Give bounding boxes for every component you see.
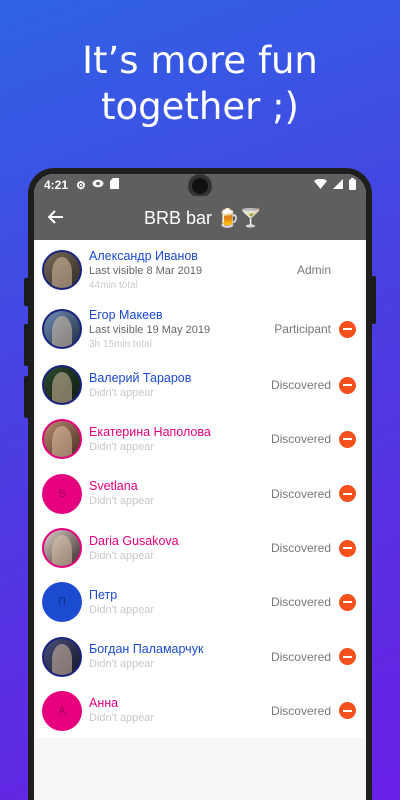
battery-icon	[349, 177, 356, 193]
phone-side-button	[24, 376, 29, 418]
phone-power-button	[371, 276, 376, 324]
phone-frame: 4:21 ⚙ BRB bar 🍺🍸 Александр Иванов Last …	[24, 168, 376, 800]
avatar-letter: S	[58, 487, 66, 500]
remove-member-button[interactable]	[339, 539, 356, 557]
member-last-visible: Didn't appear	[89, 386, 155, 399]
avatar-letter: А	[58, 704, 66, 717]
list-item[interactable]: Егор Макеев Last visible 19 May 2019 3h …	[36, 300, 364, 358]
avatar: А	[42, 690, 82, 731]
member-last-visible: Didn't appear	[89, 495, 155, 508]
member-role: Admin	[296, 263, 331, 277]
app-bar: BRB bar 🍺🍸	[34, 196, 366, 240]
signal-icon	[333, 178, 343, 192]
member-role: Discovered	[270, 378, 331, 393]
avatar	[42, 250, 82, 290]
member-role: Discovered	[270, 432, 331, 447]
remove-member-button[interactable]	[339, 376, 356, 394]
headline-line-2: together ;)	[101, 85, 299, 128]
member-name: Егор Макеев	[89, 307, 163, 322]
sd-card-icon	[109, 178, 119, 192]
remove-member-button[interactable]	[339, 485, 356, 503]
member-role: Participant	[274, 322, 331, 336]
member-last-visible: Didn't appear	[89, 440, 155, 453]
member-role: Discovered	[270, 649, 331, 664]
avatar: S	[42, 473, 82, 514]
list-item[interactable]: Александр Иванов Last visible 8 Mar 2019…	[36, 240, 364, 300]
status-bar: 4:21 ⚙	[34, 174, 366, 198]
status-time: 4:21	[44, 178, 69, 192]
member-name: Анна	[89, 696, 119, 711]
member-role: Discovered	[270, 595, 331, 610]
wifi-icon	[314, 178, 327, 192]
member-role: Discovered	[270, 486, 331, 501]
avatar	[42, 419, 82, 460]
list-item[interactable]: S Svetlana Didn't appear Discovered	[36, 467, 364, 521]
back-button[interactable]	[34, 207, 78, 230]
phone-side-button	[24, 278, 29, 306]
remove-member-button[interactable]	[339, 648, 356, 666]
avatar	[42, 365, 82, 406]
arrow-left-icon	[47, 207, 64, 229]
member-last-visible: Didn't appear	[89, 712, 155, 725]
member-role: Discovered	[270, 703, 331, 718]
member-last-visible: Didn't appear	[89, 603, 155, 616]
remove-member-button[interactable]	[339, 320, 356, 338]
member-name: Svetlana	[89, 479, 138, 494]
page-title: BRB bar 🍺🍸	[144, 207, 262, 228]
avatar	[42, 309, 82, 349]
member-name: Daria Gusakova	[89, 533, 179, 548]
member-last-visible: Didn't appear	[89, 549, 155, 562]
member-list: Александр Иванов Last visible 8 Mar 2019…	[36, 240, 364, 739]
avatar: П	[42, 582, 82, 623]
member-last-visible: Last visible 8 Mar 2019	[89, 264, 203, 277]
member-total-time: 3h 15min total	[89, 338, 152, 350]
front-camera	[188, 174, 212, 198]
list-item[interactable]: А Анна Didn't appear Discovered	[36, 684, 364, 738]
list-item[interactable]: Екатерина Наполова Didn't appear Discove…	[36, 412, 364, 466]
headline-line-1: It’s more fun	[82, 39, 318, 82]
list-item[interactable]: Валерий Тараров Didn't appear Discovered	[36, 358, 364, 412]
member-total-time: 44min total	[89, 279, 138, 291]
member-name: Александр Иванов	[89, 248, 198, 263]
member-last-visible: Didn't appear	[89, 658, 155, 671]
avatar	[42, 636, 82, 677]
avatar	[42, 528, 82, 569]
list-item[interactable]: П Петр Didn't appear Discovered	[36, 575, 364, 629]
eye-icon	[92, 179, 104, 191]
member-role: Discovered	[270, 541, 331, 556]
avatar-letter: П	[58, 596, 66, 609]
gear-icon: ⚙	[76, 179, 86, 192]
member-name: Богдан Паламарчук	[89, 642, 204, 657]
member-name: Екатерина Наполова	[89, 424, 211, 439]
headline: It’s more fun together ;)	[0, 38, 400, 130]
remove-member-button[interactable]	[339, 593, 356, 611]
list-item[interactable]: Богдан Паламарчук Didn't appear Discover…	[36, 629, 364, 683]
member-last-visible: Last visible 19 May 2019	[89, 323, 211, 336]
member-name: Валерий Тараров	[89, 370, 192, 385]
remove-member-button[interactable]	[339, 430, 356, 448]
member-name: Петр	[89, 587, 118, 602]
list-item[interactable]: Daria Gusakova Didn't appear Discovered	[36, 521, 364, 575]
phone-screen: 4:21 ⚙ BRB bar 🍺🍸 Александр Иванов Last …	[34, 174, 366, 800]
remove-member-button[interactable]	[339, 702, 356, 720]
phone-side-button	[24, 324, 29, 366]
